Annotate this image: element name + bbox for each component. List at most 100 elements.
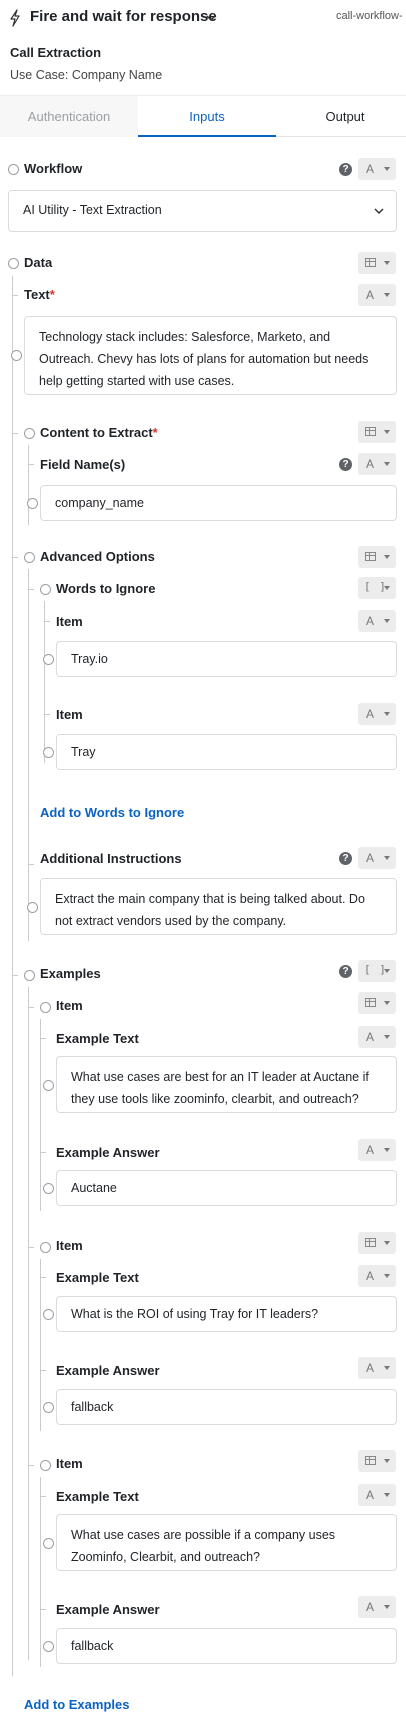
tree-line-data	[12, 276, 13, 1676]
chevron-down-icon	[374, 208, 384, 215]
add-to-examples-link[interactable]: Add to Examples	[24, 1697, 129, 1712]
example-item-label: Item	[56, 998, 83, 1013]
examples-label: Examples	[40, 966, 101, 981]
example-answer-input[interactable]: fallback	[43, 1389, 397, 1425]
tree-line	[40, 1259, 41, 1431]
example-text-label: Example Text	[56, 1031, 139, 1046]
workflow-select-value: AI Utility - Text Extraction	[23, 203, 162, 217]
type-selector-button[interactable]: A	[358, 1357, 396, 1379]
word-item-value: Tray.io	[71, 652, 108, 666]
type-selector-button[interactable]: A	[358, 1484, 396, 1506]
example-answer-input[interactable]: Auctane	[43, 1170, 397, 1206]
example-answer-radio[interactable]	[43, 1641, 54, 1652]
field-names-radio[interactable]	[27, 498, 38, 509]
tree-line-examples	[28, 987, 29, 1660]
data-label: Data	[24, 255, 53, 270]
example-answer-label: Example Answer	[56, 1363, 160, 1378]
workflow-radio[interactable]	[8, 164, 19, 175]
example-answer-label: Example Answer	[56, 1145, 160, 1160]
examples-radio[interactable]	[24, 970, 35, 981]
content-to-extract-radio[interactable]	[24, 428, 35, 439]
words-to-ignore-radio[interactable]	[40, 584, 51, 595]
object-type-button[interactable]	[358, 1232, 396, 1254]
field-names-value: company_name	[55, 496, 144, 510]
help-icon[interactable]: ?	[339, 965, 352, 978]
example-answer-radio[interactable]	[43, 1183, 54, 1194]
tree-line-content	[28, 445, 29, 525]
object-type-button[interactable]	[358, 546, 396, 568]
example-answer-input[interactable]: fallback	[43, 1628, 397, 1664]
table-icon	[365, 998, 376, 1007]
type-selector-button[interactable]: A	[358, 453, 396, 475]
tab-inputs[interactable]: Inputs	[138, 96, 276, 137]
type-selector-button[interactable]: A	[358, 1139, 396, 1161]
type-selector-button[interactable]: A	[358, 703, 396, 725]
object-type-button[interactable]	[358, 252, 396, 274]
type-selector-button[interactable]: A	[358, 610, 396, 632]
example-item-radio[interactable]	[40, 1242, 51, 1253]
example-answer-label: Example Answer	[56, 1602, 160, 1617]
example-text-input[interactable]: What is the ROI of using Tray for IT lea…	[43, 1296, 397, 1332]
item-label: Item	[56, 614, 83, 629]
additional-instructions-label: Additional Instructions	[40, 851, 182, 866]
example-text-value: What use cases are possible if a company…	[71, 1528, 336, 1564]
bolt-icon	[10, 9, 20, 27]
example-text-input[interactable]: What use cases are best for an IT leader…	[43, 1056, 397, 1113]
advanced-options-radio[interactable]	[24, 552, 35, 563]
table-icon	[365, 552, 376, 561]
example-text-value: What is the ROI of using Tray for IT lea…	[71, 1307, 319, 1321]
type-selector-button[interactable]: A	[358, 847, 396, 869]
add-to-words-to-ignore-link[interactable]: Add to Words to Ignore	[40, 805, 184, 820]
additional-instructions-input[interactable]: Extract the main company that is being t…	[27, 878, 397, 935]
tab-output[interactable]: Output	[276, 96, 406, 137]
field-names-label: Field Name(s)	[40, 457, 126, 472]
data-radio[interactable]	[8, 258, 19, 269]
text-radio[interactable]	[11, 350, 22, 361]
type-selector-button[interactable]: A	[358, 1265, 396, 1287]
list-type-button[interactable]: [ ]	[358, 577, 396, 599]
text-input[interactable]: Technology stack includes: Salesforce, M…	[11, 316, 397, 395]
workflow-select[interactable]: AI Utility - Text Extraction	[8, 190, 397, 232]
tree-line	[40, 1019, 41, 1211]
example-item-radio[interactable]	[40, 1002, 51, 1013]
example-text-radio[interactable]	[43, 1080, 54, 1091]
table-icon	[365, 258, 376, 267]
help-icon[interactable]: ?	[339, 163, 352, 176]
content-to-extract-label: Content to Extract*	[40, 425, 158, 440]
example-item-label: Item	[56, 1238, 83, 1253]
example-item-radio[interactable]	[40, 1460, 51, 1471]
type-selector-button[interactable]: A	[358, 1596, 396, 1618]
word-item-radio[interactable]	[43, 747, 54, 758]
type-selector-button[interactable]: A	[358, 158, 396, 180]
additional-instructions-value: Extract the main company that is being t…	[55, 892, 365, 928]
object-type-button[interactable]	[358, 992, 396, 1014]
example-text-label: Example Text	[56, 1489, 139, 1504]
tab-authentication[interactable]: Authentication	[0, 96, 138, 137]
field-names-input[interactable]: company_name	[27, 485, 397, 521]
help-icon[interactable]: ?	[339, 458, 352, 471]
word-item-value: Tray	[71, 745, 96, 759]
word-item-input[interactable]: Tray.io	[43, 641, 397, 677]
example-text-value: What use cases are best for an IT leader…	[71, 1070, 369, 1106]
type-selector-button[interactable]: A	[358, 1026, 396, 1048]
item-label: Item	[56, 707, 83, 722]
text-value: Technology stack includes: Salesforce, M…	[39, 330, 369, 388]
words-to-ignore-label: Words to Ignore	[56, 581, 156, 596]
word-item-radio[interactable]	[43, 654, 54, 665]
example-answer-value: fallback	[71, 1400, 114, 1414]
example-text-radio[interactable]	[43, 1538, 54, 1549]
object-type-button[interactable]	[358, 421, 396, 443]
list-type-button[interactable]: [ ]	[358, 960, 396, 982]
operation-title[interactable]: Fire and wait for response	[30, 8, 217, 25]
object-type-button[interactable]	[358, 1450, 396, 1472]
example-text-radio[interactable]	[43, 1309, 54, 1320]
help-icon[interactable]: ?	[339, 852, 352, 865]
example-answer-radio[interactable]	[43, 1402, 54, 1413]
additional-instructions-radio[interactable]	[27, 902, 38, 913]
chevron-down-icon[interactable]	[205, 12, 217, 24]
type-selector-button[interactable]: A	[358, 284, 396, 306]
example-text-input[interactable]: What use cases are possible if a company…	[43, 1514, 397, 1571]
table-icon	[365, 427, 376, 436]
example-answer-value: fallback	[71, 1639, 114, 1653]
word-item-input[interactable]: Tray	[43, 734, 397, 770]
